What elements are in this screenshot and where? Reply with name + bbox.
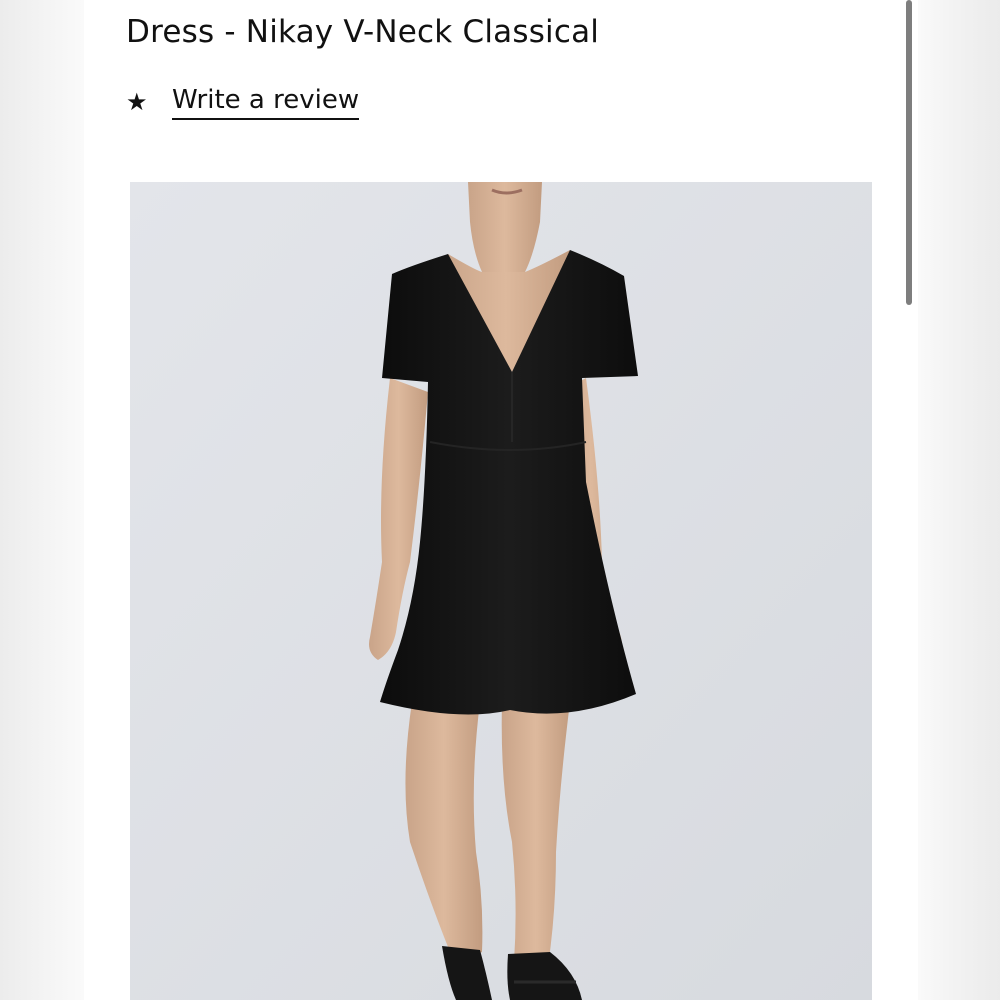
- write-review-link[interactable]: Write a review: [172, 85, 360, 120]
- product-title: Dress - Nikay V-Neck Classical: [126, 14, 600, 50]
- model-illustration: [130, 182, 872, 1000]
- product-image: [130, 182, 872, 1000]
- star-icon: ★: [126, 88, 148, 116]
- right-backdrop: [918, 0, 1000, 1000]
- rating-row: ★ Write a review: [126, 82, 360, 122]
- product-page: Dress - Nikay V-Neck Classical ★ Write a…: [84, 0, 918, 1000]
- left-backdrop: [0, 0, 84, 1000]
- scrollbar-thumb[interactable]: [906, 0, 912, 305]
